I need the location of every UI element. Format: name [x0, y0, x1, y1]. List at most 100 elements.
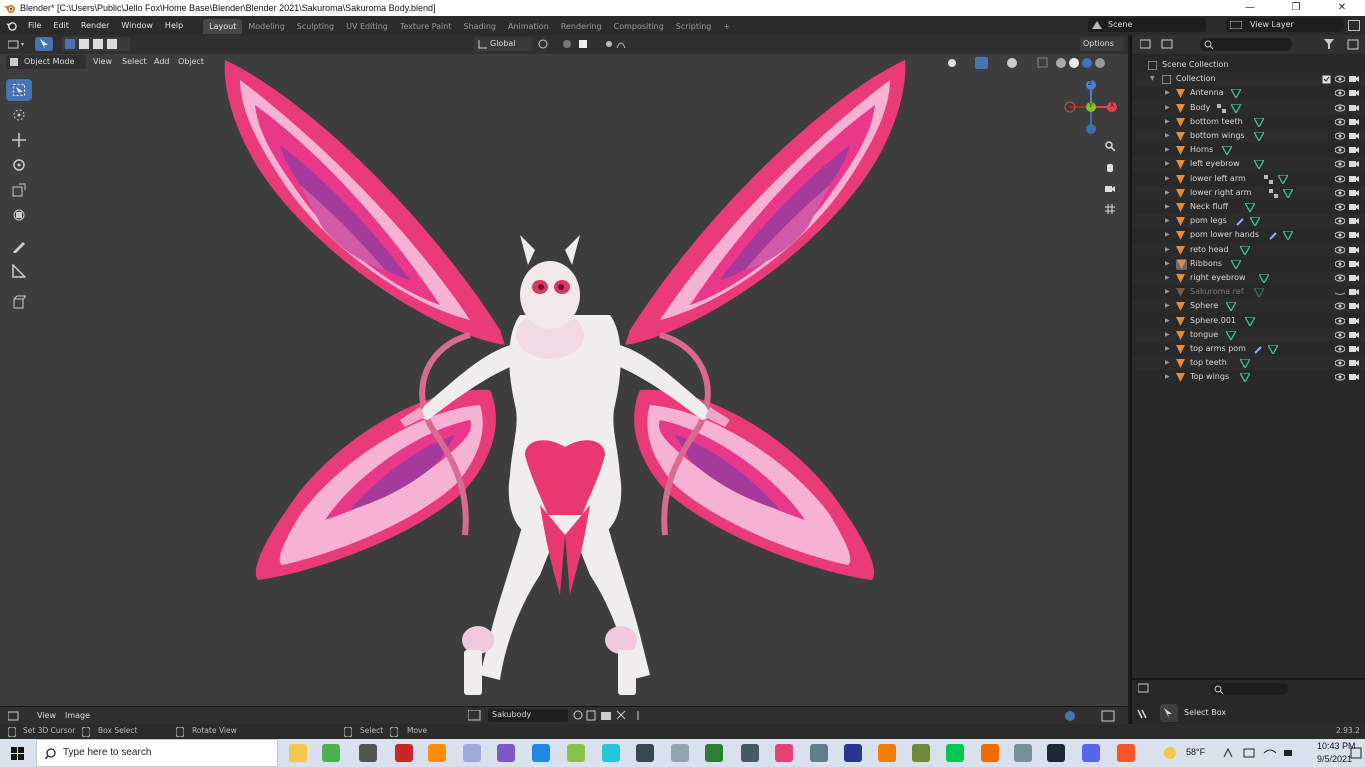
expand-arrow-icon[interactable]: ▶: [1165, 243, 1170, 257]
scene-selector[interactable]: Scene: [1088, 18, 1206, 32]
outliner-item[interactable]: ▶ Top wings: [1132, 370, 1365, 384]
render-camera-icon[interactable]: [1349, 274, 1359, 282]
render-camera-icon[interactable]: [1349, 75, 1359, 83]
tab-animation[interactable]: Animation: [502, 19, 555, 34]
flash-icon[interactable]: [395, 744, 413, 762]
discord-icon[interactable]: [1082, 744, 1100, 762]
filter-icon[interactable]: [1324, 39, 1360, 50]
outliner-item[interactable]: ▶ pom legs: [1132, 214, 1365, 229]
visibility-eye-icon[interactable]: [1335, 189, 1345, 197]
app-icon-6[interactable]: [497, 744, 515, 762]
annotate-tool[interactable]: [6, 235, 32, 257]
transform-tool[interactable]: [6, 204, 32, 226]
file-explorer-icon[interactable]: [289, 744, 307, 762]
tab-uv-editing[interactable]: UV Editing: [340, 19, 394, 34]
image-editor-type-icon[interactable]: [8, 711, 26, 721]
render-camera-icon[interactable]: [1349, 359, 1359, 367]
outliner-item[interactable]: ▶ Antenna: [1132, 86, 1365, 100]
render-camera-icon[interactable]: [1349, 302, 1359, 310]
render-camera-icon[interactable]: [1349, 231, 1359, 239]
outliner-item[interactable]: ▶ reto head: [1132, 242, 1365, 257]
expand-arrow-icon[interactable]: ▶: [1165, 172, 1170, 186]
tab-scripting[interactable]: Scripting: [670, 19, 718, 34]
render-camera-icon[interactable]: [1349, 118, 1359, 126]
weather-moon-icon[interactable]: [1162, 745, 1178, 761]
maximize-button[interactable]: ❐: [1273, 0, 1319, 16]
menu-edit[interactable]: Edit: [47, 16, 75, 35]
viewport-menu-object[interactable]: Object: [178, 55, 204, 69]
render-camera-icon[interactable]: [1349, 132, 1359, 140]
viewport-menu-select[interactable]: Select: [122, 55, 147, 69]
properties-search-input[interactable]: [1210, 683, 1288, 695]
expand-arrow-icon[interactable]: ▶: [1165, 314, 1170, 328]
vlc-icon[interactable]: [428, 744, 446, 762]
outliner-item[interactable]: ▶ bottom wings: [1132, 129, 1365, 143]
microphone-icon[interactable]: [810, 744, 828, 762]
image-selector[interactable]: Sakubody: [468, 709, 643, 722]
outliner-search-input[interactable]: [1200, 38, 1292, 51]
tab-compositing[interactable]: Compositing: [608, 19, 670, 34]
render-camera-icon[interactable]: [1349, 203, 1359, 211]
expand-arrow-icon[interactable]: ▶: [1165, 129, 1170, 143]
outliner-item[interactable]: ▶ pom lower hands: [1132, 228, 1365, 242]
visibility-eye-icon[interactable]: [1335, 231, 1345, 239]
image-view-icons[interactable]: [1062, 710, 1126, 722]
3d-viewport[interactable]: Global Options Object Mode View Select A…: [0, 35, 1128, 706]
visibility-eye-icon[interactable]: [1335, 331, 1345, 339]
expand-arrow-icon[interactable]: ▶: [1165, 285, 1170, 299]
render-camera-icon[interactable]: [1349, 89, 1359, 97]
scale-tool[interactable]: [6, 179, 32, 201]
render-camera-icon[interactable]: [1349, 317, 1359, 325]
render-camera-icon[interactable]: [1349, 160, 1359, 168]
outliner-item[interactable]: ▶ bottom teeth: [1132, 115, 1365, 129]
outliner-item[interactable]: ▶ top teeth: [1132, 356, 1365, 371]
visibility-eye-icon[interactable]: [1335, 373, 1345, 381]
taskbar-search-box[interactable]: Type here to search: [36, 739, 278, 767]
render-camera-icon[interactable]: [1349, 104, 1359, 112]
checkbox-icon[interactable]: [1322, 75, 1331, 84]
outliner-editor-icons[interactable]: [1140, 39, 1176, 50]
select-mode-buttons[interactable]: [62, 37, 130, 51]
visibility-eye-icon[interactable]: [1335, 359, 1345, 367]
windows-start-icon[interactable]: [11, 747, 25, 761]
outliner-scene-collection[interactable]: Scene Collection: [1132, 58, 1365, 72]
render-camera-icon[interactable]: [1349, 175, 1359, 183]
visibility-eye-icon[interactable]: [1335, 345, 1345, 353]
expand-arrow-icon[interactable]: ▶: [1165, 257, 1170, 271]
blender-taskbar-icon[interactable]: [981, 744, 999, 762]
krita-icon[interactable]: [602, 744, 620, 762]
close-view-layer-icon[interactable]: [1348, 20, 1360, 31]
menu-render[interactable]: Render: [75, 16, 115, 35]
expand-arrow-icon[interactable]: ▶: [1165, 115, 1170, 129]
image-menu-image[interactable]: Image: [65, 709, 90, 723]
paint-icon[interactable]: [463, 744, 481, 762]
outliner-item[interactable]: ▶ Horns: [1132, 143, 1365, 157]
outliner-item[interactable]: ▶ top arms pom: [1132, 342, 1365, 356]
spreadsheet-icon[interactable]: [705, 744, 723, 762]
visibility-eye-icon[interactable]: [1335, 118, 1345, 126]
visibility-eye-icon[interactable]: [1335, 132, 1345, 140]
expand-arrow-icon[interactable]: ▶: [1165, 86, 1170, 100]
object-mode-dropdown[interactable]: Object Mode: [6, 55, 86, 69]
ortho-toggle-button[interactable]: [1102, 201, 1118, 217]
outliner-item[interactable]: ▶ right eyebrow: [1132, 271, 1365, 285]
blender-menu-icon[interactable]: [0, 16, 22, 35]
editor-type-icon[interactable]: [8, 39, 26, 50]
visibility-eye-icon[interactable]: [1335, 260, 1345, 268]
render-camera-icon[interactable]: [1349, 260, 1359, 268]
viewport-menu-view[interactable]: View: [93, 55, 112, 69]
tab-shading[interactable]: Shading: [457, 19, 502, 34]
minecraft-icon[interactable]: [912, 744, 930, 762]
render-camera-icon[interactable]: [1349, 146, 1359, 154]
visibility-eye-icon[interactable]: [1335, 104, 1345, 112]
visibility-eye-icon[interactable]: [1335, 302, 1345, 310]
outliner-item[interactable]: ▶ Body: [1132, 100, 1365, 115]
visibility-eye-icon[interactable]: [1335, 75, 1345, 83]
headphones-icon[interactable]: [878, 744, 896, 762]
menu-file[interactable]: File: [22, 16, 47, 35]
outliner-item[interactable]: ▶ lower left arm: [1132, 172, 1365, 186]
visibility-eye-icon[interactable]: [1335, 160, 1345, 168]
render-camera-icon[interactable]: [1349, 345, 1359, 353]
transform-orientation-dropdown[interactable]: Global: [474, 37, 532, 51]
visibility-eye-icon[interactable]: [1335, 317, 1345, 325]
